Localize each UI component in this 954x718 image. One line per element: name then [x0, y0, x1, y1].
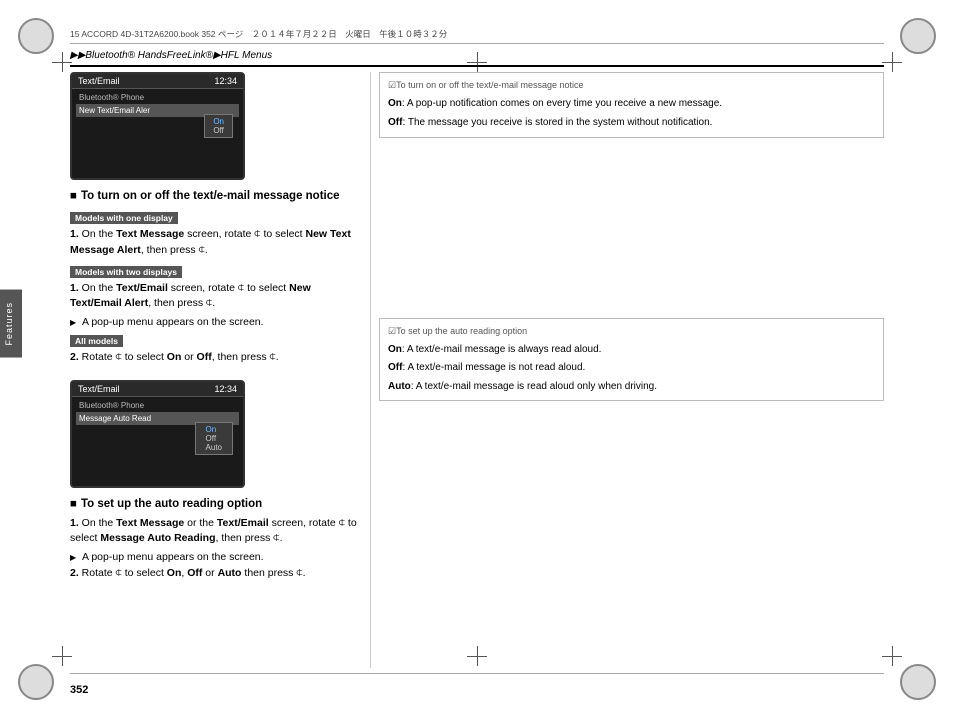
screen1-body: Bluetooth® Phone New Text/Email Aler On … — [72, 89, 243, 119]
crosshair-tl — [52, 52, 72, 72]
section2-step2: 2. Rotate ⍧ to select On, Off or Auto th… — [70, 566, 358, 582]
section1-square-icon: ■ — [70, 190, 77, 202]
breadcrumb: ▶▶Bluetooth® HandsFreeLink®▶HFL Menus — [70, 50, 272, 61]
screen1-title: Text/Email — [78, 76, 120, 86]
screen2-header: Text/Email 12:34 — [72, 382, 243, 397]
crosshair-br — [882, 646, 902, 666]
right-column: ☑To turn on or off the text/e-mail messa… — [370, 72, 884, 668]
screen1-header: Text/Email 12:34 — [72, 74, 243, 89]
file-bar: 15 ACCORD 4D-31T2A6200.book 352 ページ ２０１４… — [70, 28, 884, 44]
corner-decoration-tl — [18, 18, 54, 54]
section1-step2a: 1. On the Text/Email screen, rotate ⍧ to… — [70, 281, 358, 313]
section1-step3: 2. Rotate ⍧ to select On or Off, then pr… — [70, 350, 358, 366]
info1-title: ☑To turn on or off the text/e-mail messa… — [388, 79, 875, 93]
badge-models-one-display: Models with one display — [70, 212, 178, 224]
corner-decoration-tr — [900, 18, 936, 54]
file-bar-text: 15 ACCORD 4D-31T2A6200.book 352 ページ ２０１４… — [70, 29, 447, 39]
screen2-time: 12:34 — [214, 384, 237, 394]
info1-on: On: A pop-up notification comes on every… — [388, 96, 875, 112]
info1-off: Off: The message you receive is stored i… — [388, 115, 875, 131]
screen1-item1: Bluetooth® Phone — [76, 91, 239, 104]
page-header: ▶▶Bluetooth® HandsFreeLink®▶HFL Menus — [70, 50, 884, 67]
crosshair-bl — [52, 646, 72, 666]
info2-title: ☑To set up the auto reading option — [388, 325, 875, 339]
corner-decoration-bl — [18, 664, 54, 700]
info2-auto: Auto: A text/e-mail message is read alou… — [388, 379, 875, 395]
screen1-time: 12:34 — [214, 76, 237, 86]
section2-arrow-item: A pop-up menu appears on the screen. — [70, 550, 358, 566]
main-content: Text/Email 12:34 Bluetooth® Phone New Te… — [70, 72, 884, 668]
info2-on: On: A text/e-mail message is always read… — [388, 342, 875, 358]
section1-arrow-item: A pop-up menu appears on the screen. — [70, 315, 358, 331]
badge-models-two-displays: Models with two displays — [70, 266, 182, 278]
info-box-1: ☑To turn on or off the text/e-mail messa… — [379, 72, 884, 138]
corner-decoration-br — [900, 664, 936, 700]
bottom-line — [70, 673, 884, 674]
section1-title: ■To turn on or off the text/e-mail messa… — [70, 190, 358, 202]
info-box-2: ☑To set up the auto reading option On: A… — [379, 318, 884, 401]
section2-title: ■To set up the auto reading option — [70, 498, 358, 510]
screen2-body: Bluetooth® Phone Message Auto Read On Of… — [72, 397, 243, 427]
badge-all-models: All models — [70, 335, 123, 347]
section1-step1: 1. On the Text Message screen, rotate ⍧ … — [70, 227, 358, 259]
screen-mockup-2: Text/Email 12:34 Bluetooth® Phone Messag… — [70, 380, 245, 488]
left-column: Text/Email 12:34 Bluetooth® Phone New Te… — [70, 72, 370, 668]
section2-square-icon: ■ — [70, 498, 77, 510]
page-number: 352 — [70, 684, 88, 696]
crosshair-tr — [882, 52, 902, 72]
info2-off: Off: A text/e-mail message is not read a… — [388, 360, 875, 376]
screen2-title: Text/Email — [78, 384, 120, 394]
screen-mockup-1: Text/Email 12:34 Bluetooth® Phone New Te… — [70, 72, 245, 180]
section2-step1: 1. On the Text Message or the Text/Email… — [70, 516, 358, 548]
side-tab: Features — [0, 290, 22, 358]
screen2-item1: Bluetooth® Phone — [76, 399, 239, 412]
